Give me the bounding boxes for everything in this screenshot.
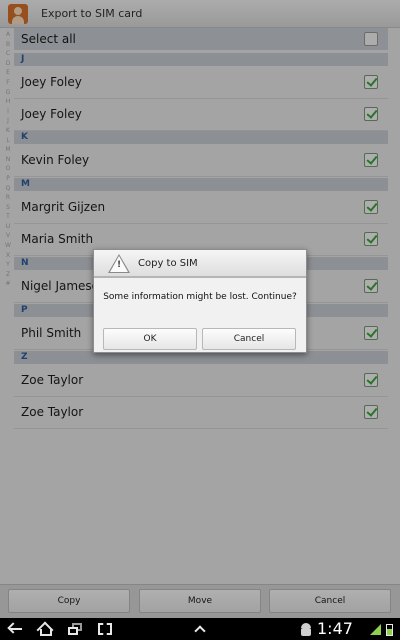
copy-to-sim-dialog: ! Copy to SIM Some information might be … — [93, 249, 307, 353]
warning-mark: ! — [117, 260, 122, 270]
dialog-message: Some information might be lost. Continue… — [103, 292, 297, 302]
dialog-cancel-button[interactable]: Cancel — [202, 328, 296, 350]
chevron-up-icon[interactable] — [193, 621, 207, 637]
signal-icon — [370, 621, 382, 637]
android-icon — [300, 621, 312, 637]
ok-button[interactable]: OK — [103, 328, 197, 350]
system-bar: 1:47 — [0, 618, 400, 640]
dialog-title-bar: ! Copy to SIM — [94, 250, 306, 278]
recent-apps-icon[interactable] — [66, 621, 84, 637]
back-icon[interactable] — [6, 621, 24, 637]
home-icon[interactable] — [36, 621, 56, 639]
dialog-title: Copy to SIM — [138, 258, 198, 269]
clock: 1:47 — [317, 619, 353, 638]
battery-icon — [386, 621, 394, 637]
screenshot-icon[interactable] — [96, 621, 114, 637]
